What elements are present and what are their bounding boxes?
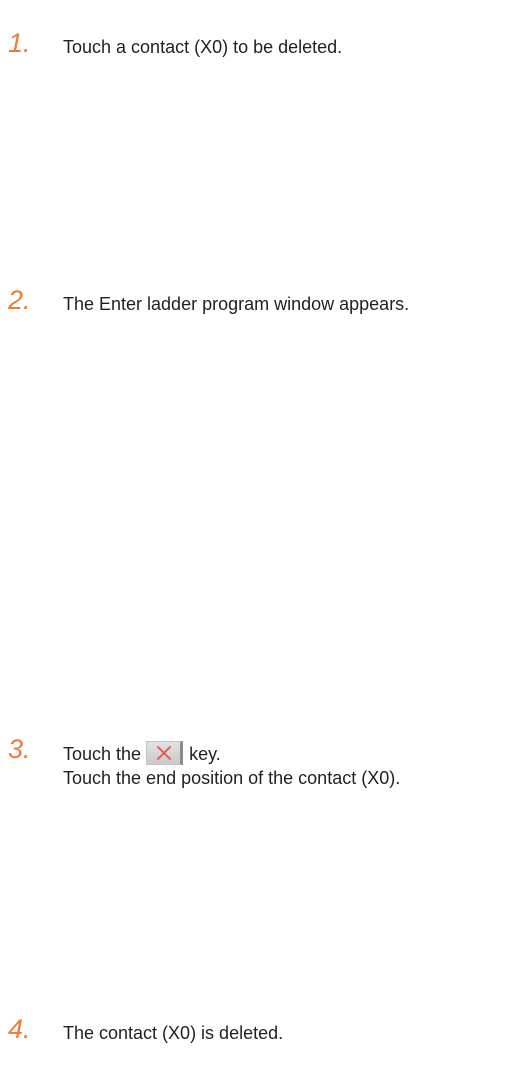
step-line: Touch the end position of the contact (X…	[63, 768, 401, 788]
step-number: 4.	[8, 1014, 31, 1044]
step-number: 3.	[8, 734, 31, 764]
key-text: key.	[189, 744, 221, 764]
step-text: The Enter ladder program window appears.	[63, 294, 410, 314]
step-number: 2.	[8, 285, 31, 315]
delete-key-icon	[146, 741, 184, 765]
step-text: The contact (X0) is deleted.	[63, 1023, 284, 1043]
touch-the-text: Touch the	[63, 744, 142, 764]
step-line: Touch the key.	[63, 741, 400, 766]
step-number: 1.	[8, 28, 31, 58]
delete-x-icon	[157, 746, 171, 760]
step-text: Touch a contact (X0) to be deleted.	[63, 37, 343, 57]
step-text: Touch the key. Touch the end position of …	[63, 741, 400, 791]
